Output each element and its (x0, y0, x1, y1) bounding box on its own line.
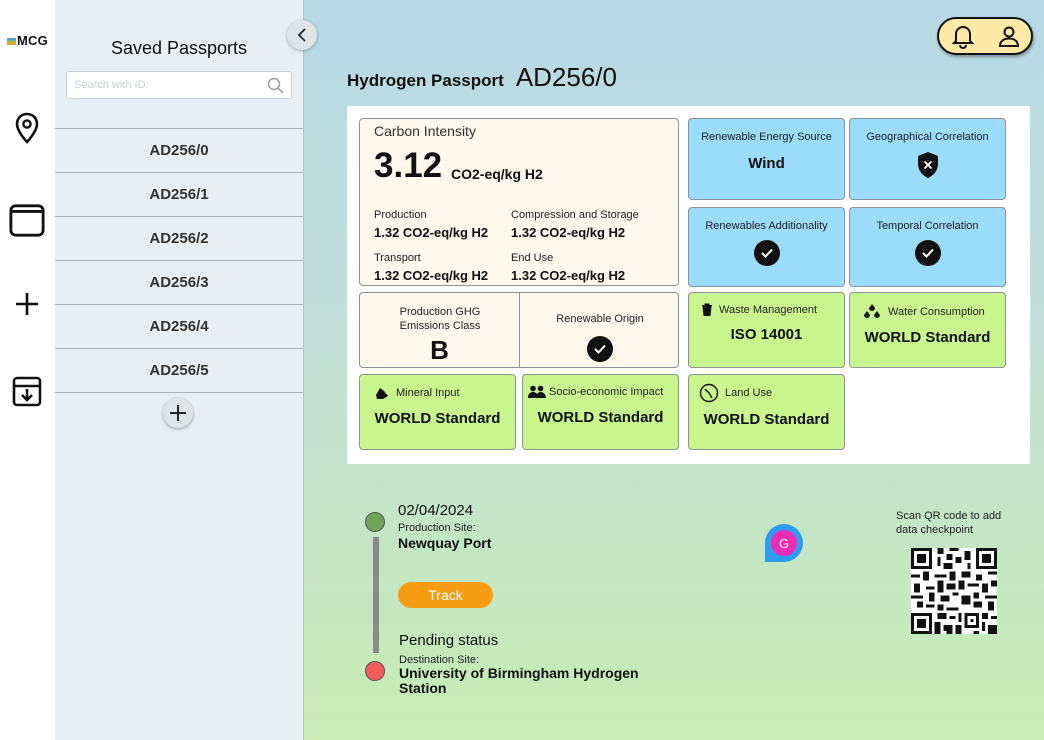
list-item[interactable]: AD256/5 (55, 349, 303, 393)
carbon-intensity-unit: CO2-eq/kg H2 (451, 166, 543, 182)
production-site-name: Newquay Port (398, 535, 492, 551)
transport-value: 1.32 CO2-eq/kg H2 (374, 268, 489, 283)
add-passport-button[interactable] (163, 398, 193, 428)
geo-correlation-title: Geographical Correlation (866, 131, 989, 143)
divider (519, 293, 520, 367)
carbon-intensity-value: 3.12 (374, 146, 443, 185)
mineral-icon (376, 388, 388, 399)
main-content: Hydrogen Passport AD256/0 Carbon Intensi… (304, 0, 1044, 740)
land-use-title: Land Use (725, 387, 773, 399)
fab-letter: G (778, 535, 790, 551)
renewable-source-value: Wind (748, 155, 785, 172)
timeline-line (373, 537, 379, 653)
mineral-input-card: Mineral Input WORLD Standard (359, 374, 516, 450)
qr-code[interactable] (911, 548, 997, 639)
temporal-correlation-title: Temporal Correlation (876, 220, 979, 232)
waste-management-title: Waste Management (719, 303, 818, 316)
water-consumption-card: Water Consumption WORLD Standard (849, 292, 1006, 368)
destination-site-name: University of Birmingham Hydrogen Statio… (399, 665, 639, 696)
passport-list: AD256/0 AD256/1 AD256/2 AD256/3 AD256/4 … (55, 128, 303, 393)
ghg-origin-card: Production GHG Emissions Class B Renewab… (359, 292, 679, 368)
enduse-label: End Use (511, 252, 554, 264)
water-consumption-title: Water Consumption (888, 305, 985, 318)
enduse-value: 1.32 CO2-eq/kg H2 (511, 268, 626, 283)
search-box (66, 71, 292, 99)
check-icon (587, 336, 613, 362)
production-label: Production (374, 209, 427, 221)
land-use-card: Land Use WORLD Standard (688, 374, 845, 450)
chat-fab-button[interactable]: G (764, 523, 804, 563)
renewable-origin-title: Renewable Origin (556, 313, 644, 325)
list-item[interactable]: AD256/3 (55, 261, 303, 305)
check-icon (753, 240, 780, 266)
compression-value: 1.32 CO2-eq/kg H2 (511, 225, 626, 240)
page-title: Hydrogen Passport AD256/0 (347, 62, 617, 93)
list-item[interactable]: AD256/0 (55, 129, 303, 173)
header-actions (937, 17, 1033, 55)
additionality-card: Renewables Additionality (688, 207, 845, 287)
mineral-input-value: WORLD Standard (374, 410, 501, 427)
search-icon[interactable] (267, 77, 284, 99)
plus-icon (170, 405, 186, 421)
ghg-class-title: Production GHG Emissions Class (399, 306, 481, 332)
additionality-title: Renewables Additionality (705, 220, 828, 232)
location-pin-icon[interactable] (9, 110, 45, 146)
compression-label: Compression and Storage (511, 209, 639, 221)
qr-code-icon (911, 548, 997, 634)
shield-x-icon (850, 151, 1005, 179)
passport-id: AD256/0 (515, 62, 617, 92)
destination-status-dot (365, 661, 385, 681)
passport-panel: Carbon Intensity 3.12 CO2-eq/kg H2 Produ… (347, 106, 1030, 464)
add-icon[interactable] (9, 286, 45, 322)
transport-label: Transport (374, 252, 421, 264)
logo-icon (7, 38, 16, 45)
search-input[interactable] (72, 72, 266, 98)
land-clock-icon (699, 383, 719, 403)
socio-economic-value: WORLD Standard (537, 409, 664, 426)
chevron-left-icon (297, 28, 306, 42)
passport-label: Hydrogen Passport (347, 71, 504, 90)
brand-name: MCG (17, 33, 48, 48)
qr-caption: Scan QR code to add data checkpoint (896, 510, 1002, 536)
user-profile-icon[interactable] (997, 24, 1021, 48)
waste-management-card: Waste Management ISO 14001 (688, 292, 845, 368)
waste-management-value: ISO 14001 (730, 326, 803, 343)
geo-correlation-card: Geographical Correlation (849, 118, 1006, 200)
folder-icon[interactable] (9, 202, 45, 238)
brand-logo[interactable]: MCG (7, 33, 48, 48)
track-button[interactable]: Track (398, 582, 493, 608)
production-site-label: Production Site: (398, 522, 476, 534)
socio-economic-card: Socio-economic Impact WORLD Standard (522, 374, 679, 450)
mineral-input-title: Mineral Input (396, 386, 460, 399)
pending-status: Pending status (399, 632, 499, 649)
sidebar-title: Saved Passports (110, 38, 248, 58)
carbon-intensity-card: Carbon Intensity 3.12 CO2-eq/kg H2 Produ… (359, 118, 679, 286)
download-archive-icon[interactable] (9, 373, 45, 409)
timeline-date: 02/04/2024 (398, 502, 474, 519)
renewable-source-title: Renewable Energy Source (701, 131, 832, 143)
ghg-class-value: B (430, 335, 449, 365)
production-value: 1.32 CO2-eq/kg H2 (374, 225, 489, 240)
water-drops-icon (864, 304, 880, 318)
people-icon (528, 385, 546, 398)
socio-economic-title: Socio-economic Impact (549, 386, 664, 398)
trash-icon (702, 303, 712, 316)
temporal-correlation-card: Temporal Correlation (849, 207, 1006, 287)
carbon-intensity-title: Carbon Intensity (374, 123, 476, 139)
list-item[interactable]: AD256/1 (55, 173, 303, 217)
collapse-sidebar-button[interactable] (287, 20, 317, 50)
production-status-dot (365, 512, 385, 532)
saved-passports-sidebar: Saved Passports AD256/0 AD256/1 AD256/2 … (55, 0, 304, 740)
water-consumption-value: WORLD Standard (864, 329, 991, 346)
list-item[interactable]: AD256/2 (55, 217, 303, 261)
renewable-source-card: Renewable Energy Source Wind (688, 118, 845, 200)
check-icon (914, 240, 941, 266)
list-item[interactable]: AD256/4 (55, 305, 303, 349)
bell-icon[interactable] (950, 23, 976, 49)
icon-rail: MCG (0, 0, 56, 740)
land-use-value: WORLD Standard (703, 411, 830, 428)
